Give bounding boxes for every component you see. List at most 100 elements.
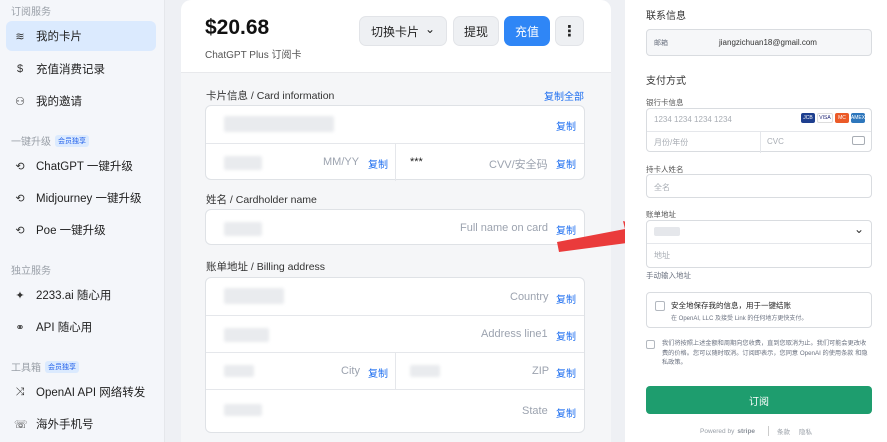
- manual-address-link[interactable]: 手动输入地址: [646, 270, 691, 281]
- terms-text: 我们将按照上述金额和周期向您收费，直到您取消为止。我们可能会更改收费的价格。您可…: [662, 340, 868, 366]
- section-title-upgrade: 一键升级 会员独享: [0, 133, 89, 148]
- sidebar-item-2233ai[interactable]: ✦ 2233.ai 随心用: [6, 280, 156, 310]
- billing-label: 账单地址 / Billing address: [206, 261, 326, 273]
- sidebar-item-label: 海外手机号: [36, 419, 94, 431]
- country-label: Country: [510, 291, 549, 303]
- section-title-subscription: 订阅服务: [11, 7, 51, 18]
- card-plan: ChatGPT Plus 订阅卡: [205, 50, 302, 61]
- switch-card-label: 切换卡片: [370, 24, 419, 39]
- sidebar-item-chatgpt-upgrade[interactable]: ⟲ ChatGPT 一键升级: [6, 151, 156, 181]
- state-row: State 复制: [206, 389, 584, 433]
- dollar-icon: $: [16, 63, 24, 75]
- topup-button[interactable]: 充值: [504, 16, 550, 46]
- cvv-value: ***: [410, 156, 423, 168]
- billing-box: Country 复制 Address line1 复制 City 复制 ZIP …: [205, 277, 585, 433]
- billing-address-label: 账单地址: [646, 210, 676, 219]
- sidebar-item-recharge-records[interactable]: $ 充值消费记录: [6, 54, 156, 84]
- copy-address-button[interactable]: 复制: [556, 328, 576, 343]
- cardholder-placeholder: Full name on card: [460, 222, 549, 234]
- card-panel: $20.68 ChatGPT Plus 订阅卡 切换卡片 ⌄ 提现 充值 ⋮ 卡…: [181, 0, 611, 442]
- save-info-box: 安全地保存我的信息，用于一键结账 在 OpenAI, LLC 及接受 Link …: [646, 292, 872, 328]
- country-select[interactable]: ⌄: [647, 221, 871, 243]
- copy-city-button[interactable]: 复制: [368, 365, 388, 380]
- cvc-input[interactable]: CVC: [767, 137, 784, 146]
- expiry-redacted: [224, 156, 262, 170]
- cardholder-label: 姓名 / Cardholder name: [206, 194, 317, 206]
- zip-redacted: [410, 365, 440, 377]
- copy-zip-button[interactable]: 复制: [556, 365, 576, 380]
- payment-title: 支付方式: [646, 76, 686, 87]
- email-field[interactable]: 邮箱 jiangzichuan18@gmail.com: [646, 29, 872, 56]
- divider: [647, 131, 871, 132]
- gpt-icon: ⟲: [15, 224, 25, 237]
- city-zip-row: City 复制 ZIP 复制: [206, 352, 584, 390]
- copy-cvv-button[interactable]: 复制: [556, 156, 576, 171]
- save-info-desc: 在 OpenAI, LLC 及接受 Link 的任何地方更快支付。: [671, 316, 808, 322]
- section-title-toolbox: 工具箱 会员独享: [0, 359, 79, 374]
- switch-card-button[interactable]: 切换卡片 ⌄: [359, 16, 447, 46]
- withdraw-button[interactable]: 提现: [453, 16, 499, 46]
- address-row: Address line1 复制: [206, 315, 584, 352]
- sidebar-item-my-cards[interactable]: ≋ 我的卡片: [6, 21, 156, 51]
- amex-icon: AMEX: [850, 113, 866, 123]
- chevron-down-icon: ⌄: [853, 222, 864, 236]
- copy-all-button[interactable]: 复制全部: [544, 88, 584, 103]
- privacy-link[interactable]: 隐私: [799, 426, 812, 436]
- copy-expiry-button[interactable]: 复制: [368, 156, 388, 171]
- sidebar-item-poe-upgrade[interactable]: ⟲ Poe 一键升级: [6, 215, 156, 245]
- terms-checkbox[interactable]: [646, 340, 655, 349]
- sidebar-item-midjourney-upgrade[interactable]: ⟲ Midjourney 一键升级: [6, 183, 156, 213]
- section-title-standalone: 独立服务: [11, 266, 51, 277]
- shuffle-icon: ⤨: [15, 385, 25, 398]
- sidebar: 订阅服务 ≋ 我的卡片 $ 充值消费记录 ⚇ 我的邀请 一键升级 会员独享 ⟲ C…: [0, 0, 165, 442]
- email-label: 邮箱: [654, 40, 668, 47]
- copy-state-button[interactable]: 复制: [556, 405, 576, 420]
- city-redacted: [224, 365, 254, 377]
- divider: [395, 353, 396, 390]
- address-redacted: [224, 328, 269, 342]
- divider: [395, 144, 396, 181]
- card-info-label: 卡片信息 / Card information: [206, 90, 335, 102]
- stripe-logo: stripe: [737, 427, 756, 435]
- sidebar-item-phone-number[interactable]: ☏ 海外手机号: [6, 409, 156, 439]
- address-input[interactable]: 地址: [654, 250, 670, 261]
- subscribe-button[interactable]: 订阅: [646, 386, 872, 414]
- cash-stack-icon: ≋: [15, 30, 25, 43]
- terms-link[interactable]: 条款: [768, 426, 790, 436]
- stripe-checkout: 联系信息 邮箱 jiangzichuan18@gmail.com 支付方式 银行…: [625, 0, 887, 442]
- member-badge: 会员独享: [55, 134, 89, 147]
- sidebar-item-label: 充值消费记录: [36, 64, 105, 76]
- cardholder-redacted: [224, 222, 262, 236]
- sidebar-item-label: 2233.ai 随心用: [36, 290, 112, 302]
- sidebar-item-label: OpenAI API 网络转发: [36, 387, 146, 399]
- link-icon: ⚭: [15, 321, 25, 334]
- city-label: City: [341, 365, 360, 377]
- sidebar-item-label: ChatGPT 一键升级: [36, 161, 133, 173]
- member-badge: 会员独享: [45, 360, 79, 373]
- card-number-redacted: [224, 116, 334, 132]
- cardholder-name-placeholder: 全名: [654, 183, 670, 192]
- cvc-card-icon: [852, 136, 865, 145]
- copy-card-number-button[interactable]: 复制: [556, 118, 576, 133]
- sidebar-item-api[interactable]: ⚭ API 随心用: [6, 312, 156, 342]
- more-icon[interactable]: ⋮: [555, 16, 584, 46]
- card-number-input[interactable]: 1234 1234 1234 1234: [654, 115, 732, 124]
- sidebar-item-openai-proxy[interactable]: ⤨ OpenAI API 网络转发: [6, 377, 156, 407]
- sidebar-item-label: Poe 一键升级: [36, 225, 106, 237]
- mastercard-icon: MC: [835, 113, 849, 123]
- cardholder-box: Full name on card 复制: [205, 209, 585, 245]
- cardholder-name-input[interactable]: 全名: [646, 174, 872, 198]
- country-redacted: [224, 288, 284, 304]
- sidebar-item-invites[interactable]: ⚇ 我的邀请: [6, 86, 156, 116]
- state-redacted: [224, 404, 262, 416]
- card-info-box: 复制 MM/YY 复制 *** CVV/安全码 复制: [205, 105, 585, 181]
- save-info-checkbox[interactable]: [655, 301, 665, 311]
- copy-country-button[interactable]: 复制: [556, 291, 576, 306]
- card-input-group: 1234 1234 1234 1234 JCB VISA MC AMEX 月份/…: [646, 108, 872, 153]
- powered-by-text: Powered by: [700, 427, 735, 435]
- address-label: Address line1: [481, 328, 548, 340]
- email-value: jiangzichuan18@gmail.com: [719, 38, 817, 47]
- gpt-icon: ⟲: [15, 160, 25, 173]
- expiry-input[interactable]: 月份/年份: [654, 137, 688, 148]
- phone-icon: ☏: [14, 418, 28, 431]
